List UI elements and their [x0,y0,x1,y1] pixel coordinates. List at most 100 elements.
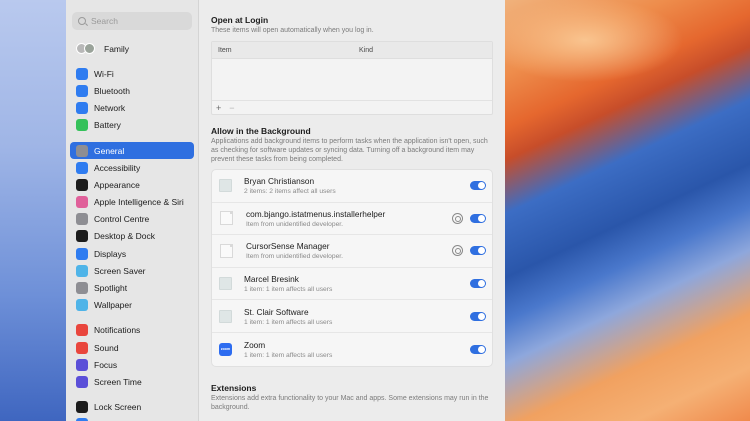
bluetooth-icon [76,84,88,97]
background-item-toggle[interactable] [470,181,486,191]
system-settings-window: Search Family Wi-Fi Bluetooth Network Batte… [66,0,505,421]
background-item-name: Bryan Christianson [244,176,315,187]
search-field[interactable]: Search [72,12,192,30]
sidebar-item-label: Bluetooth [94,85,130,96]
sidebar-item-label: Lock Screen [94,402,142,413]
sidebar-item-notifications[interactable]: Notifications [70,322,194,339]
column-header-kind[interactable]: Kind [355,47,373,54]
sidebar-item-wallpaper[interactable]: Wallpaper [70,297,194,314]
background-item-subtitle: Item from unidentified developer. [246,253,344,261]
background-item-toggle[interactable] [470,279,486,289]
sidebar-item-label: General [94,145,125,156]
sidebar-item-label: Displays [94,248,127,259]
background-item-toggle[interactable] [470,246,486,256]
lock-icon [76,401,88,414]
sidebar-item-privacy-security[interactable]: Privacy & Security [70,416,194,421]
background-item-subtitle: 2 items: 2 items affect all users [244,188,336,196]
sidebar-item-screen-saver[interactable]: Screen Saver [70,262,194,279]
background-item-text: CursorSense Manager Item from unidentifie… [246,241,452,260]
sidebar-item-lock-screen[interactable]: Lock Screen [70,399,194,416]
sidebar-item-apple-intelligence-siri[interactable]: Apple Intelligence & Siri [70,194,194,211]
table-footer: + − [212,100,492,114]
sidebar-item-label: Network [94,103,126,114]
login-items-pane: Open at Login These items will open auto… [199,0,505,421]
sidebar-item-label: Focus [94,359,118,370]
background-item-name: com.bjango.istatmenus.installerhelper [246,208,386,219]
column-header-item[interactable]: Item [212,47,355,54]
sidebar-item-label: Screen Saver [94,265,146,276]
reveal-in-finder-icon[interactable] [452,245,463,257]
background-item-toggle[interactable] [470,344,486,354]
sidebar-item-screen-time[interactable]: Screen Time [70,373,194,390]
search-icon [78,17,86,25]
sidebar-item-label: Spotlight [94,283,128,294]
bell-icon [76,324,88,337]
sidebar-item-focus[interactable]: Focus [70,356,194,373]
desktop-wallpaper-left [0,0,66,421]
background-item-name: St. Clair Software [244,306,309,317]
sidebar-item-sound[interactable]: Sound [70,339,194,356]
globe-icon [76,102,88,115]
siri-icon [76,196,88,209]
background-item-subtitle: Item from unidentified developer. [246,220,344,228]
background-item-row: zoom Zoom 1 item: 1 item affects all users [212,333,492,366]
sidebar-item-label: Wallpaper [94,300,132,311]
background-item-toggle[interactable] [470,311,486,321]
battery-icon [76,119,88,132]
wallpaper-icon [76,299,88,312]
background-item-row: Marcel Bresink 1 item: 1 item affects all… [212,268,492,301]
sidebar: Search Family Wi-Fi Bluetooth Network Batte… [66,0,199,421]
sidebar-item-family[interactable]: Family [70,40,194,57]
remove-login-item-button[interactable]: − [229,103,234,113]
extensions-description: Extensions add extra functionality to yo… [211,394,489,411]
background-item-name: CursorSense Manager [246,241,330,252]
search-placeholder: Search [91,16,118,26]
sidebar-item-desktop-dock[interactable]: Desktop & Dock [70,228,194,245]
sidebar-item-label: Appearance [94,179,140,190]
background-item-subtitle: 1 item: 1 item affects all users [244,286,333,294]
sidebar-item-appearance[interactable]: Appearance [70,176,194,193]
open-at-login-heading: Open at Login [211,15,269,25]
sidebar-item-battery[interactable]: Battery [70,117,194,134]
sidebar-item-bluetooth[interactable]: Bluetooth [70,82,194,99]
sidebar-item-control-centre[interactable]: Control Centre [70,211,194,228]
allow-in-background-heading: Allow in the Background [211,126,311,136]
login-items-table[interactable]: Item Kind + − [211,41,493,115]
background-item-toggle[interactable] [470,213,486,223]
sidebar-item-label: Accessibility [94,162,141,173]
spotlight-icon [76,282,88,295]
sound-icon [76,341,88,354]
sidebar-item-label: Control Centre [94,214,150,225]
background-item-row: com.bjango.istatmenus.installerhelper Ite… [212,203,492,236]
hourglass-icon [76,375,88,388]
sidebar-item-network[interactable]: Network [70,100,194,117]
dock-icon [76,230,88,243]
sidebar-item-displays[interactable]: Displays [70,245,194,262]
screensaver-icon [76,264,88,277]
background-item-subtitle: 1 item: 1 item affects all users [244,318,333,326]
sidebar-item-wi-fi[interactable]: Wi-Fi [70,65,194,82]
background-item-text: St. Clair Software 1 item: 1 item affects… [244,307,470,326]
appearance-icon [76,178,88,191]
sidebar-item-label: Wi-Fi [94,68,114,79]
sidebar-item-label: Apple Intelligence & Siri [94,197,184,208]
reveal-in-finder-icon[interactable] [452,212,463,224]
background-item-text: com.bjango.istatmenus.installerhelper Ite… [246,209,452,228]
background-item-text: Bryan Christianson 2 items: 2 items affec… [244,176,470,195]
sidebar-item-general[interactable]: General [70,141,194,160]
family-avatars-icon [76,43,100,55]
add-login-item-button[interactable]: + [216,103,221,113]
background-items-list: Bryan Christianson 2 items: 2 items affec… [211,169,493,367]
display-icon [76,247,88,260]
sidebar-item-accessibility[interactable]: Accessibility [70,159,194,176]
table-header: Item Kind [212,42,492,59]
moon-icon [76,358,88,371]
sidebar-item-spotlight[interactable]: Spotlight [70,279,194,296]
gear-icon [76,144,88,157]
allow-in-background-description: Applications add background items to per… [211,138,488,163]
background-item-subtitle: 1 item: 1 item affects all users [244,351,333,359]
document-icon [220,243,233,258]
